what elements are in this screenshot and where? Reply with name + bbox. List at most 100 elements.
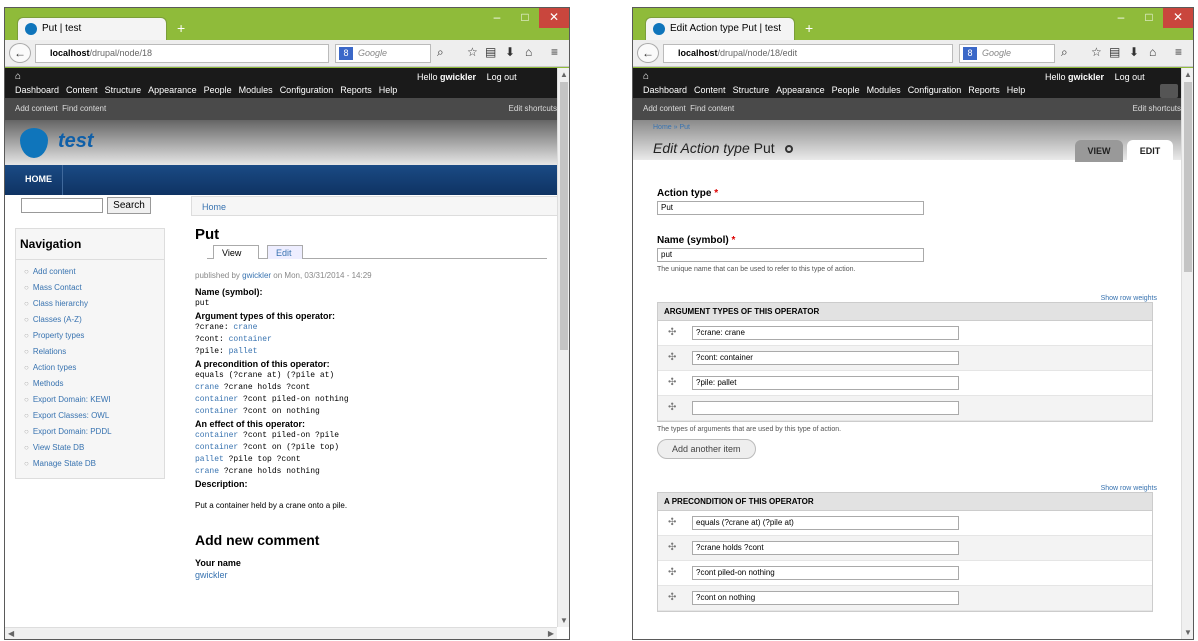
drupal-logo[interactable] xyxy=(20,128,48,158)
tab-edit[interactable]: EDIT xyxy=(1127,140,1173,162)
admin-menu-configuration[interactable]: Configuration xyxy=(280,85,334,95)
admin-menu-people[interactable]: People xyxy=(832,85,860,95)
breadcrumb[interactable]: Home » Put xyxy=(653,124,690,131)
download-icon[interactable]: ⬇ xyxy=(505,45,515,59)
edit-shortcuts-link[interactable]: Edit shortcuts xyxy=(509,104,557,113)
menu-icon[interactable]: ≡ xyxy=(551,45,558,59)
admin-menu-structure[interactable]: Structure xyxy=(733,85,770,95)
bookmarks-icon[interactable]: ▤ xyxy=(1109,45,1120,59)
row-input[interactable]: ?crane holds ?cont xyxy=(692,541,959,555)
edit-shortcuts-link[interactable]: Edit shortcuts xyxy=(1133,104,1181,113)
scroll-thumb[interactable] xyxy=(1184,82,1192,272)
nav-item-label[interactable]: Class hierarchy xyxy=(33,299,88,308)
scroll-right-icon[interactable]: ▶ xyxy=(548,629,554,638)
nav-item[interactable]: ○ Property types xyxy=(16,328,164,344)
row-input[interactable]: equals (?crane at) (?pile at) xyxy=(692,516,959,530)
nav-item[interactable]: ○ Classes (A-Z) xyxy=(16,312,164,328)
browser-tab[interactable]: Put | test xyxy=(17,17,167,41)
nav-item[interactable]: ○ Export Domain: PDDL xyxy=(16,424,164,440)
arg-type-link[interactable]: crane xyxy=(233,323,257,332)
pre-link[interactable]: crane xyxy=(195,383,219,392)
drag-handle-icon[interactable]: ✣ xyxy=(668,352,676,363)
drag-handle-icon[interactable]: ✣ xyxy=(668,567,676,578)
scroll-up-icon[interactable]: ▲ xyxy=(560,70,568,79)
back-icon[interactable]: ← xyxy=(9,43,31,63)
close-button[interactable]: ✕ xyxy=(1163,8,1193,28)
action-type-input[interactable]: Put xyxy=(657,201,924,215)
row-input[interactable]: ?cont: container xyxy=(692,351,959,365)
tab-view[interactable]: VIEW xyxy=(1075,140,1123,162)
admin-menu-modules[interactable]: Modules xyxy=(239,85,273,95)
drag-handle-icon[interactable]: ✣ xyxy=(668,592,676,603)
name-input[interactable]: put xyxy=(657,248,924,262)
nav-item-label[interactable]: Export Classes: OWL xyxy=(33,411,109,420)
arg-type-link[interactable]: pallet xyxy=(229,347,258,356)
nav-item-label[interactable]: View State DB xyxy=(33,443,84,452)
row-input[interactable]: ?cont on nothing xyxy=(692,591,959,605)
nav-item[interactable]: ○ Export Classes: OWL xyxy=(16,408,164,424)
search-button[interactable]: Search xyxy=(107,197,151,214)
nav-item[interactable]: ○ Add content xyxy=(16,264,164,280)
nav-item-label[interactable]: Relations xyxy=(33,347,66,356)
shortcut-add-content[interactable]: Add content xyxy=(643,104,686,113)
nav-item[interactable]: ○ Export Domain: KEWI xyxy=(16,392,164,408)
admin-menu-configuration[interactable]: Configuration xyxy=(908,85,962,95)
minimize-button[interactable]: – xyxy=(1107,8,1135,28)
search-icon[interactable]: ⌕ xyxy=(1061,45,1068,60)
nav-item[interactable]: ○ Action types xyxy=(16,360,164,376)
shortcut-find-content[interactable]: Find content xyxy=(690,104,734,113)
search-input[interactable] xyxy=(21,198,103,213)
scroll-up-icon[interactable]: ▲ xyxy=(1184,70,1192,79)
url-bar[interactable]: localhost/drupal/node/18 xyxy=(35,44,329,63)
add-another-item-button[interactable]: Add another item xyxy=(657,439,756,459)
eff-link[interactable]: container xyxy=(195,443,238,452)
admin-menu-appearance[interactable]: Appearance xyxy=(776,85,825,95)
nav-item-label[interactable]: Manage State DB xyxy=(33,459,96,468)
close-button[interactable]: ✕ xyxy=(539,8,569,28)
search-icon[interactable]: ⌕ xyxy=(437,45,444,60)
admin-menu-content[interactable]: Content xyxy=(694,85,726,95)
nav-item-label[interactable]: Classes (A-Z) xyxy=(33,315,82,324)
admin-menu-reports[interactable]: Reports xyxy=(340,85,372,95)
drag-handle-icon[interactable]: ✣ xyxy=(668,517,676,528)
show-row-weights-link[interactable]: Show row weights xyxy=(657,485,1157,492)
admin-menu-appearance[interactable]: Appearance xyxy=(148,85,197,95)
back-icon[interactable]: ← xyxy=(637,43,659,63)
download-icon[interactable]: ⬇ xyxy=(1129,45,1139,59)
nav-item[interactable]: ○ Manage State DB xyxy=(16,456,164,472)
admin-menu-reports[interactable]: Reports xyxy=(968,85,1000,95)
browser-tab[interactable]: Edit Action type Put | test xyxy=(645,17,795,41)
scroll-thumb[interactable] xyxy=(560,82,568,350)
site-name[interactable]: test xyxy=(58,130,94,153)
logout-link[interactable]: Log out xyxy=(1115,72,1145,82)
row-input[interactable] xyxy=(692,401,959,415)
drag-handle-icon[interactable]: ✣ xyxy=(668,402,676,413)
user-link[interactable]: gwickler xyxy=(1068,72,1104,82)
search-box[interactable]: 8 Google xyxy=(959,44,1055,63)
nav-item[interactable]: ○ Relations xyxy=(16,344,164,360)
gear-icon[interactable] xyxy=(784,145,793,153)
nav-item-label[interactable]: Property types xyxy=(33,331,85,340)
new-tab-button[interactable]: + xyxy=(805,20,813,36)
row-input[interactable]: ?cont piled-on nothing xyxy=(692,566,959,580)
star-icon[interactable]: ☆ xyxy=(467,45,478,59)
admin-menu-structure[interactable]: Structure xyxy=(105,85,142,95)
scroll-down-icon[interactable]: ▼ xyxy=(1184,628,1192,637)
search-box[interactable]: 8 Google xyxy=(335,44,431,63)
row-input[interactable]: ?crane: crane xyxy=(692,326,959,340)
maximize-button[interactable]: □ xyxy=(1135,8,1163,28)
horizontal-scrollbar[interactable]: ◀ ▶ xyxy=(5,627,557,639)
admin-menu-help[interactable]: Help xyxy=(1007,85,1026,95)
nav-item-label[interactable]: Action types xyxy=(33,363,77,372)
admin-menu-dashboard[interactable]: Dashboard xyxy=(643,85,687,95)
admin-menu-help[interactable]: Help xyxy=(379,85,398,95)
eff-link[interactable]: container xyxy=(195,431,238,440)
minimize-button[interactable]: – xyxy=(483,8,511,28)
row-input[interactable]: ?pile: pallet xyxy=(692,376,959,390)
nav-item[interactable]: ○ View State DB xyxy=(16,440,164,456)
nav-item[interactable]: ○ Methods xyxy=(16,376,164,392)
vertical-scrollbar[interactable]: ▲ ▼ xyxy=(557,68,569,627)
star-icon[interactable]: ☆ xyxy=(1091,45,1102,59)
admin-menu-content[interactable]: Content xyxy=(66,85,98,95)
admin-menu-people[interactable]: People xyxy=(204,85,232,95)
